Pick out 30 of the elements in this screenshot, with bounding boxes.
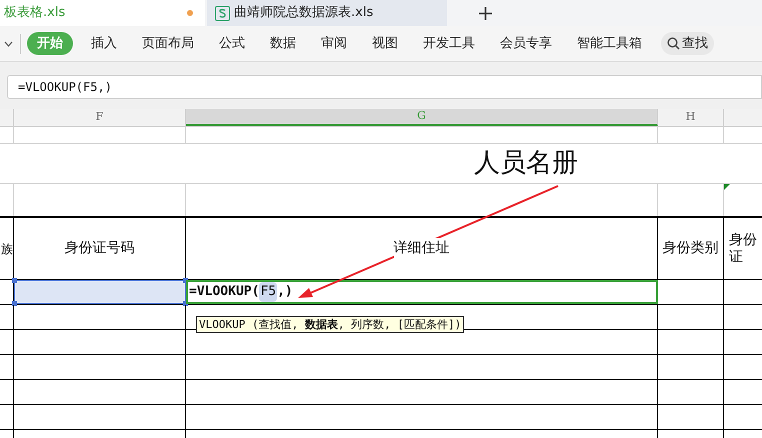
- search-button[interactable]: 查找: [661, 32, 714, 56]
- ribbon-tab[interactable]: 会员专享: [490, 34, 562, 54]
- ribbon-tab[interactable]: 智能工具箱: [567, 34, 652, 54]
- selected-cell[interactable]: [14, 280, 186, 304]
- tab-label: 曲靖师院总数据源表.xls: [234, 4, 374, 22]
- column-heading: 详细住址: [394, 238, 450, 259]
- document-tab[interactable]: 板表格.xls: [0, 0, 205, 26]
- column-heading: 族: [1, 240, 13, 258]
- editing-cell[interactable]: =VLOOKUP(F5,): [186, 280, 658, 304]
- column-heading: 身份证: [729, 232, 757, 266]
- column-heading: 身份证号码: [64, 239, 134, 258]
- ribbon-tab[interactable]: 开发工具: [413, 34, 485, 54]
- column-header[interactable]: H: [658, 109, 724, 126]
- ribbon-tab[interactable]: 审阅: [311, 34, 357, 54]
- ribbon-tab[interactable]: 视图: [362, 34, 408, 54]
- error-indicator-icon: [724, 184, 730, 190]
- tab-label: 板表格.xls: [4, 4, 66, 22]
- formula-input[interactable]: =VLOOKUP(F5,): [7, 75, 762, 99]
- sheet-title: 人员名册: [474, 147, 578, 180]
- ribbon-tab[interactable]: 数据: [260, 34, 306, 54]
- ribbon-tab[interactable]: 公式: [209, 34, 255, 54]
- collapse-caret-icon[interactable]: [4, 40, 13, 46]
- ribbon-tab[interactable]: 页面布局: [132, 34, 204, 54]
- function-tooltip: VLOOKUP (查找值, 数据表, 列序数, [匹配条件]): [196, 316, 464, 333]
- spreadsheet-icon: [215, 6, 230, 20]
- search-icon: [667, 37, 680, 50]
- column-heading: 身份类别: [662, 239, 718, 258]
- plus-icon: [478, 6, 492, 20]
- document-tab[interactable]: 曲靖师院总数据源表.xls: [207, 0, 447, 26]
- ribbon-tab[interactable]: 插入: [81, 34, 127, 54]
